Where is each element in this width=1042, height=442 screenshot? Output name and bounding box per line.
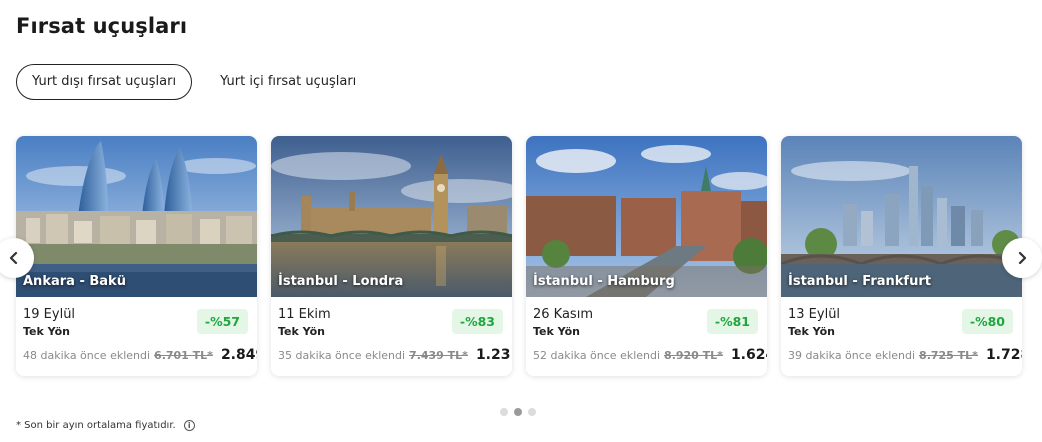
added-time: 48 dakika önce eklendi [23, 349, 151, 362]
deal-card[interactable]: İstanbul - Hamburg 26 Kasım Tek Yön -%81… [526, 136, 767, 376]
pagination-dot-active[interactable] [514, 408, 522, 416]
carousel-pagination [500, 408, 542, 416]
tab-bar: Yurt dışı fırsat uçuşları Yurt içi fırsa… [16, 64, 372, 100]
destination-photo: İstanbul - Frankfurt [781, 136, 1022, 297]
trip-type: Tek Yön [278, 325, 325, 338]
old-price: 8.920 TL* [664, 349, 723, 362]
info-icon[interactable]: i [183, 420, 195, 431]
discount-badge: -%83 [451, 309, 503, 334]
trip-type: Tek Yön [533, 325, 580, 338]
deal-card[interactable]: İstanbul - Frankfurt 13 Eylül Tek Yön -%… [781, 136, 1022, 376]
tab-domestic-deals[interactable]: Yurt içi fırsat uçuşları [204, 64, 372, 100]
discount-badge: -%81 [706, 309, 758, 334]
added-time: 39 dakika önce eklendi [788, 349, 916, 362]
footnote-text: * Son bir ayın ortalama fiyatıdır. [16, 420, 176, 431]
deal-carousel: Ankara - Bakü 19 Eylül Tek Yön -%57 48 d… [16, 136, 1036, 376]
chevron-left-icon [9, 251, 18, 265]
page-title: Fırsat uçuşları [16, 14, 188, 38]
deal-card[interactable]: İstanbul - Londra 11 Ekim Tek Yön -%83 3… [271, 136, 512, 376]
trip-type: Tek Yön [788, 325, 835, 338]
discount-badge: -%57 [196, 309, 248, 334]
destination-photo: İstanbul - Londra [271, 136, 512, 297]
old-price: 8.725 TL* [919, 349, 978, 362]
carousel-next-button[interactable] [1002, 238, 1042, 278]
price: 1.728 [985, 347, 1022, 363]
flight-date: 26 Kasım [533, 307, 593, 322]
flight-date: 11 Ekim [278, 307, 331, 322]
flight-date: 19 Eylül [23, 307, 76, 322]
route-label: İstanbul - Londra [278, 274, 404, 289]
old-price: 7.439 TL* [409, 349, 468, 362]
destination-photo: Ankara - Bakü [16, 136, 257, 297]
flight-date: 13 Eylül [788, 307, 841, 322]
deal-card[interactable]: Ankara - Bakü 19 Eylül Tek Yön -%57 48 d… [16, 136, 257, 376]
trip-type: Tek Yön [23, 325, 70, 338]
route-label: İstanbul - Frankfurt [788, 274, 931, 289]
discount-badge: -%80 [961, 309, 1013, 334]
footnote: * Son bir ayın ortalama fiyatıdır. i [16, 420, 195, 431]
price: 1.231 [475, 347, 512, 363]
old-price: 6.701 TL* [154, 349, 213, 362]
added-time: 35 dakika önce eklendi [278, 349, 406, 362]
tab-international-deals[interactable]: Yurt dışı fırsat uçuşları [16, 64, 193, 100]
route-label: Ankara - Bakü [23, 274, 126, 289]
pagination-dot[interactable] [500, 408, 508, 416]
chevron-right-icon [1018, 251, 1027, 265]
route-label: İstanbul - Hamburg [533, 274, 675, 289]
price: 1.624 [730, 347, 767, 363]
pagination-dot[interactable] [528, 408, 536, 416]
price: 2.849 [220, 347, 257, 363]
destination-photo: İstanbul - Hamburg [526, 136, 767, 297]
added-time: 52 dakika önce eklendi [533, 349, 661, 362]
